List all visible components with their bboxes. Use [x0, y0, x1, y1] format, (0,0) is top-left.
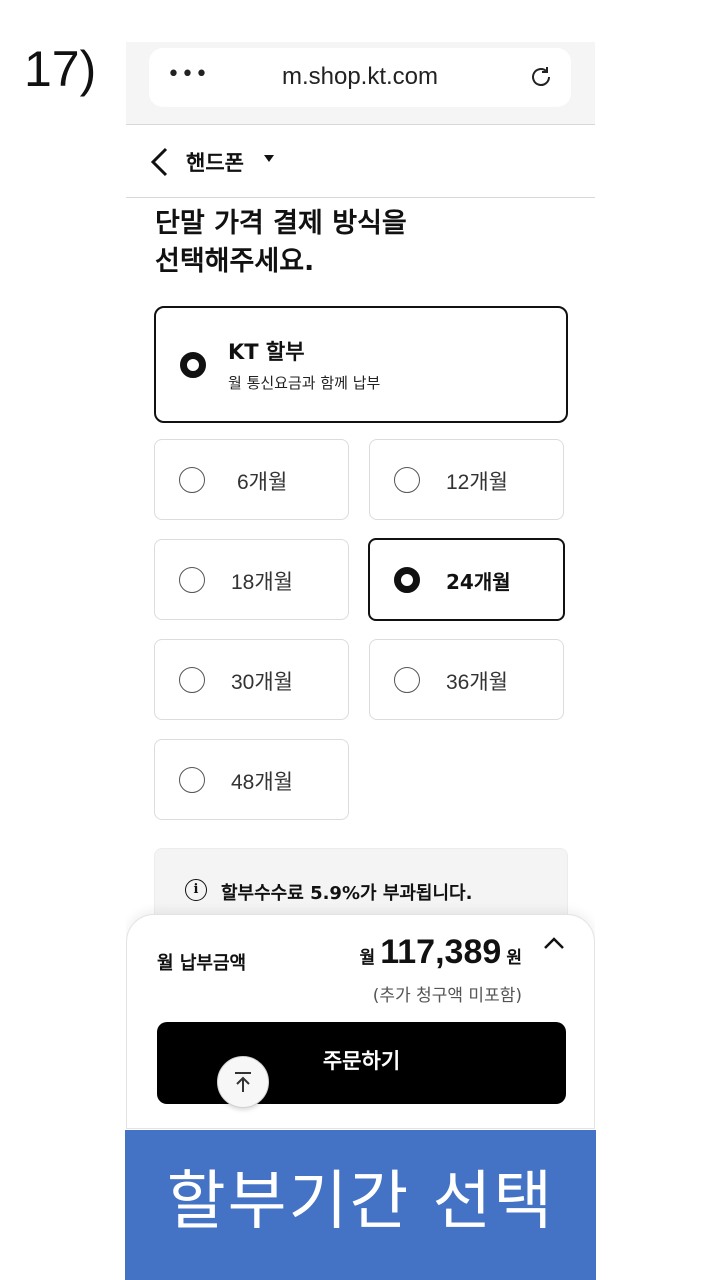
address-bar[interactable]: ••• m.shop.kt.com — [149, 48, 571, 107]
amount-value: 117,389 — [380, 933, 502, 971]
option-label: 36개월 — [446, 671, 508, 694]
option-label: 48개월 — [231, 771, 293, 794]
info-icon: i — [185, 879, 207, 901]
radio-icon[interactable] — [179, 667, 205, 693]
option-label: 6개월 — [237, 471, 288, 494]
option-6-months[interactable]: 6개월 — [154, 439, 349, 520]
option-36-months[interactable]: 36개월 — [369, 639, 564, 720]
caret-down-icon[interactable] — [264, 155, 274, 162]
monthly-payment-label: 월 납부금액 — [157, 953, 247, 974]
radio-icon[interactable] — [179, 467, 205, 493]
option-48-months[interactable]: 48개월 — [154, 739, 349, 820]
extra-charge-note: (추가 청구액 미포함) — [372, 986, 522, 1006]
radio-selected-icon[interactable] — [394, 567, 420, 593]
option-label: 24개월 — [446, 570, 511, 594]
radio-icon[interactable] — [394, 467, 420, 493]
radio-icon[interactable] — [179, 767, 205, 793]
page-title: 단말 가격 결제 방식을 선택해주세요. — [155, 205, 535, 281]
payment-method-title: KT 할부 — [228, 340, 305, 364]
title-line-1: 단말 가격 결제 방식을 — [155, 208, 407, 239]
scroll-top-button[interactable] — [217, 1056, 269, 1108]
phone-screen: ••• m.shop.kt.com 핸드폰 단말 가격 결제 방식을 선택해주세… — [126, 42, 595, 1280]
option-24-months[interactable]: 24개월 — [368, 538, 565, 621]
payment-summary-sheet: 월 납부금액 월 117,389 원 (추가 청구액 미포함) 주문하기 — [126, 914, 595, 1129]
radio-selected-icon[interactable] — [180, 352, 206, 378]
option-12-months[interactable]: 12개월 — [369, 439, 564, 520]
option-label: 18개월 — [231, 571, 293, 594]
option-30-months[interactable]: 30개월 — [154, 639, 349, 720]
option-18-months[interactable]: 18개월 — [154, 539, 349, 620]
payment-method-kt-installment[interactable]: KT 할부 월 통신요금과 함께 납부 — [154, 306, 568, 423]
step-number: 17) — [24, 41, 97, 97]
amount-prefix: 월 — [359, 948, 376, 968]
caption-banner: 할부기간 선택 — [125, 1130, 596, 1280]
option-label: 30개월 — [231, 671, 293, 694]
chevron-left-icon[interactable] — [148, 145, 172, 179]
monthly-amount: 월 117,389 원 — [360, 933, 523, 972]
browser-bar: ••• m.shop.kt.com — [126, 42, 595, 125]
option-label: 12개월 — [446, 471, 508, 494]
title-line-2: 선택해주세요. — [155, 246, 315, 277]
radio-icon[interactable] — [394, 667, 420, 693]
url-text[interactable]: m.shop.kt.com — [149, 63, 571, 91]
radio-icon[interactable] — [179, 567, 205, 593]
chevron-up-icon[interactable] — [542, 935, 566, 951]
reload-icon[interactable] — [527, 63, 555, 91]
amount-suffix: 원 — [506, 948, 522, 968]
top-nav: 핸드폰 — [126, 125, 595, 198]
payment-method-subtitle: 월 통신요금과 함께 납부 — [228, 374, 381, 392]
arrow-up-icon — [235, 1072, 251, 1092]
nav-title[interactable]: 핸드폰 — [186, 147, 244, 177]
notice-text: 할부수수료 5.9%가 부과됩니다. — [221, 883, 473, 904]
